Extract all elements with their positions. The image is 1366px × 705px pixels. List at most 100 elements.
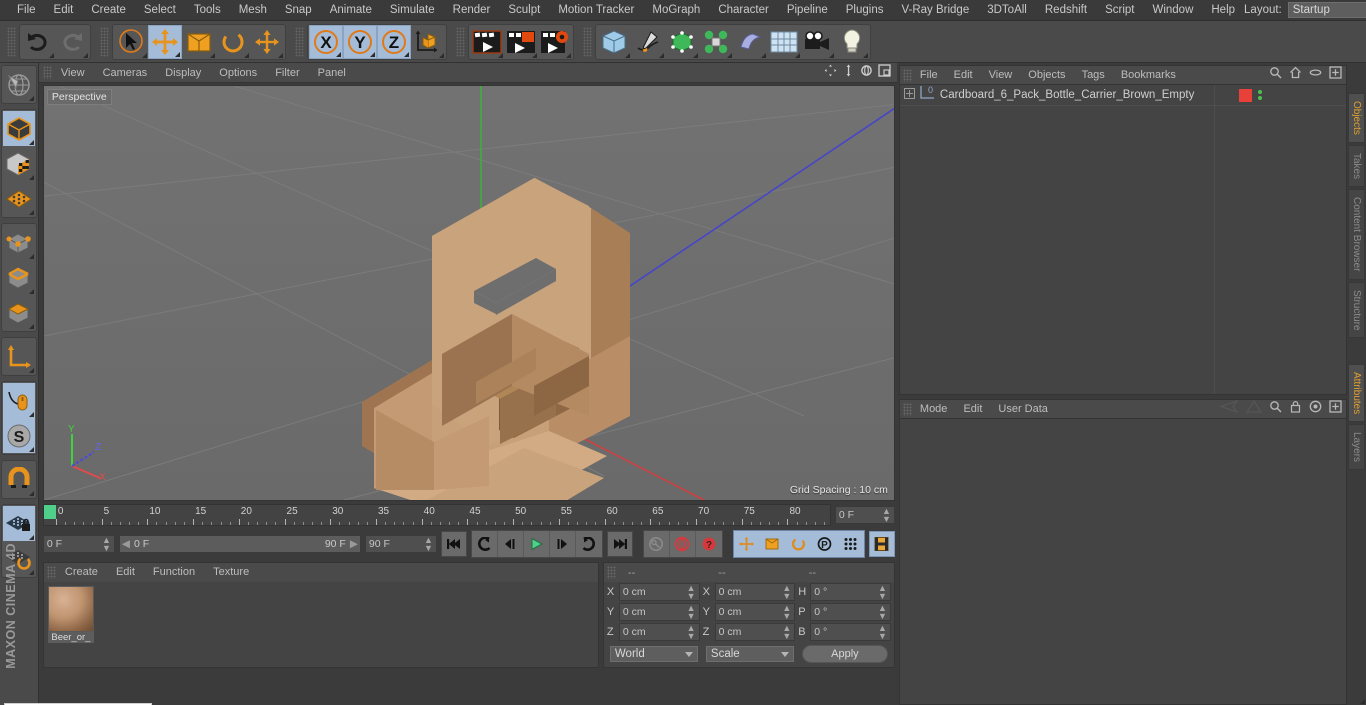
frame-end-field[interactable]: 90 F ▲ ▼	[364, 535, 437, 553]
pan-icon[interactable]	[824, 64, 837, 82]
move-alt-tool-icon[interactable]	[250, 25, 284, 59]
select-tool-icon[interactable]	[114, 25, 148, 59]
viewport-menu-display[interactable]: Display	[156, 63, 210, 83]
zoom-icon[interactable]	[842, 64, 855, 82]
polygon-mode-icon[interactable]	[3, 295, 35, 330]
step-back-icon[interactable]	[497, 531, 524, 557]
range-left-arrow-icon[interactable]: ◀	[122, 538, 130, 550]
object-menu-tags[interactable]: Tags	[1074, 66, 1113, 85]
record-active-objects-icon[interactable]	[669, 531, 696, 557]
object-menu-objects[interactable]: Objects	[1020, 66, 1073, 85]
menu-item-create[interactable]: Create	[82, 0, 135, 21]
menu-item-3dtoall[interactable]: 3DToAll	[978, 0, 1036, 21]
axis-x-lock-icon[interactable]: X	[309, 24, 343, 59]
redo-icon[interactable]	[55, 25, 89, 59]
soft-selection-icon[interactable]: S	[2, 418, 35, 453]
panel-grip[interactable]	[606, 566, 616, 579]
menu-item-pipeline[interactable]: Pipeline	[778, 0, 837, 21]
new-tab-icon[interactable]	[1329, 400, 1342, 418]
menu-item-tools[interactable]: Tools	[185, 0, 230, 21]
attribute-content-area[interactable]	[900, 419, 1346, 704]
home-icon[interactable]	[1289, 66, 1302, 84]
position-y-field[interactable]: 0 cm ▲ ▼	[618, 603, 700, 621]
timeline-playhead[interactable]	[43, 505, 56, 519]
make-editable-icon[interactable]	[3, 67, 35, 102]
ellipse-icon[interactable]	[1309, 66, 1322, 84]
menu-item-snap[interactable]: Snap	[276, 0, 321, 21]
axis-z-lock-icon[interactable]: Z	[377, 24, 411, 59]
menu-item-render[interactable]: Render	[444, 0, 500, 21]
menu-item-script[interactable]: Script	[1096, 0, 1143, 21]
edge-mode-icon[interactable]	[3, 260, 35, 295]
toolbar-grip[interactable]	[7, 26, 16, 57]
model-mode-icon[interactable]	[2, 111, 35, 146]
viewport-menu-panel[interactable]: Panel	[309, 63, 355, 83]
lock-icon[interactable]	[1289, 400, 1302, 418]
material-swatch-area[interactable]: Beer_or_	[44, 582, 598, 667]
toolbar-grip[interactable]	[456, 26, 465, 57]
snap-magnet-icon[interactable]	[3, 462, 35, 497]
current-frame-field[interactable]: 0 F ▲ ▼	[834, 506, 895, 524]
rotation-h-field[interactable]: 0 ° ▲ ▼	[810, 583, 891, 601]
attribute-menu-edit[interactable]: Edit	[955, 400, 990, 419]
spinner-icon[interactable]: ▲ ▼	[687, 624, 696, 641]
pin-icon[interactable]	[1309, 400, 1322, 418]
menu-item-plugins[interactable]: Plugins	[837, 0, 893, 21]
spline-pen-icon[interactable]	[631, 25, 665, 59]
panel-grip[interactable]	[902, 402, 912, 416]
spinner-icon[interactable]: ▲ ▼	[687, 604, 696, 621]
viewport-menu-filter[interactable]: Filter	[266, 63, 308, 83]
axis-y-lock-icon[interactable]: Y	[343, 24, 377, 59]
step-forward-icon[interactable]	[549, 531, 576, 557]
spinner-icon[interactable]: ▲ ▼	[878, 604, 887, 621]
rotate-tool-icon[interactable]	[216, 25, 250, 59]
new-layer-icon[interactable]	[1329, 66, 1342, 84]
menu-item-motion-tracker[interactable]: Motion Tracker	[549, 0, 643, 21]
viewport-perspective[interactable]: Perspective Grid Spacing : 10 cm Y X Z	[42, 85, 895, 501]
render-region-icon[interactable]	[504, 25, 538, 59]
enable-axis-modification-icon[interactable]	[2, 383, 35, 418]
size-x-field[interactable]: 0 cm ▲ ▼	[714, 583, 796, 601]
spinner-icon[interactable]: ▲ ▼	[102, 536, 111, 553]
panel-grip[interactable]	[46, 566, 56, 579]
menu-item-edit[interactable]: Edit	[45, 0, 83, 21]
generator-nurbs-icon[interactable]	[665, 25, 699, 59]
next-keyframe-icon[interactable]	[575, 531, 602, 557]
spinner-icon[interactable]: ▲ ▼	[424, 536, 433, 553]
uv-mesh-mode-icon[interactable]	[3, 181, 35, 216]
render-view-icon[interactable]	[470, 25, 504, 59]
expand-toggle-icon[interactable]	[903, 86, 915, 104]
keyframe-selection-icon[interactable]: ?	[695, 531, 722, 557]
coordinate-system-dropdown[interactable]: World	[609, 646, 698, 662]
menu-item-sculpt[interactable]: Sculpt	[499, 0, 549, 21]
object-menu-view[interactable]: View	[981, 66, 1021, 85]
object-list[interactable]: 0 Cardboard_6_Pack_Bottle_Carrier_Brown_…	[899, 85, 1346, 394]
side-tab-objects[interactable]: Objects	[1348, 93, 1365, 143]
menu-item-redshift[interactable]: Redshift	[1036, 0, 1096, 21]
material-item[interactable]: Beer_or_	[47, 586, 94, 643]
range-right-arrow-icon[interactable]: ▶	[350, 538, 358, 550]
world-object-coordinate-icon[interactable]	[3, 339, 35, 374]
undo-icon[interactable]	[21, 25, 55, 59]
material-menu-texture[interactable]: Texture	[204, 563, 258, 582]
scale-key-icon[interactable]	[759, 531, 786, 557]
go-to-start-icon[interactable]	[440, 531, 467, 557]
rotate-icon[interactable]	[860, 64, 873, 82]
material-menu-function[interactable]: Function	[144, 563, 204, 582]
side-tab-layers[interactable]: Layers	[1348, 424, 1365, 471]
panel-grip[interactable]	[42, 66, 52, 79]
apply-button[interactable]: Apply	[801, 645, 888, 663]
spinner-icon[interactable]: ▲ ▼	[782, 604, 791, 621]
size-z-field[interactable]: 0 cm ▲ ▼	[714, 623, 796, 641]
menu-item-character[interactable]: Character	[709, 0, 778, 21]
position-x-field[interactable]: 0 cm ▲ ▼	[618, 583, 700, 601]
spinner-icon[interactable]: ▲ ▼	[878, 584, 887, 601]
autokey-icon[interactable]	[643, 531, 670, 557]
position-z-field[interactable]: 0 cm ▲ ▼	[618, 623, 700, 641]
go-to-end-icon[interactable]	[606, 531, 633, 557]
menu-item-file[interactable]: File	[8, 0, 45, 21]
maximize-icon[interactable]	[878, 63, 891, 82]
world-object-axis-icon[interactable]	[411, 25, 445, 59]
point-level-animation-icon[interactable]	[837, 531, 864, 557]
layout-dropdown[interactable]: Startup	[1287, 2, 1366, 18]
